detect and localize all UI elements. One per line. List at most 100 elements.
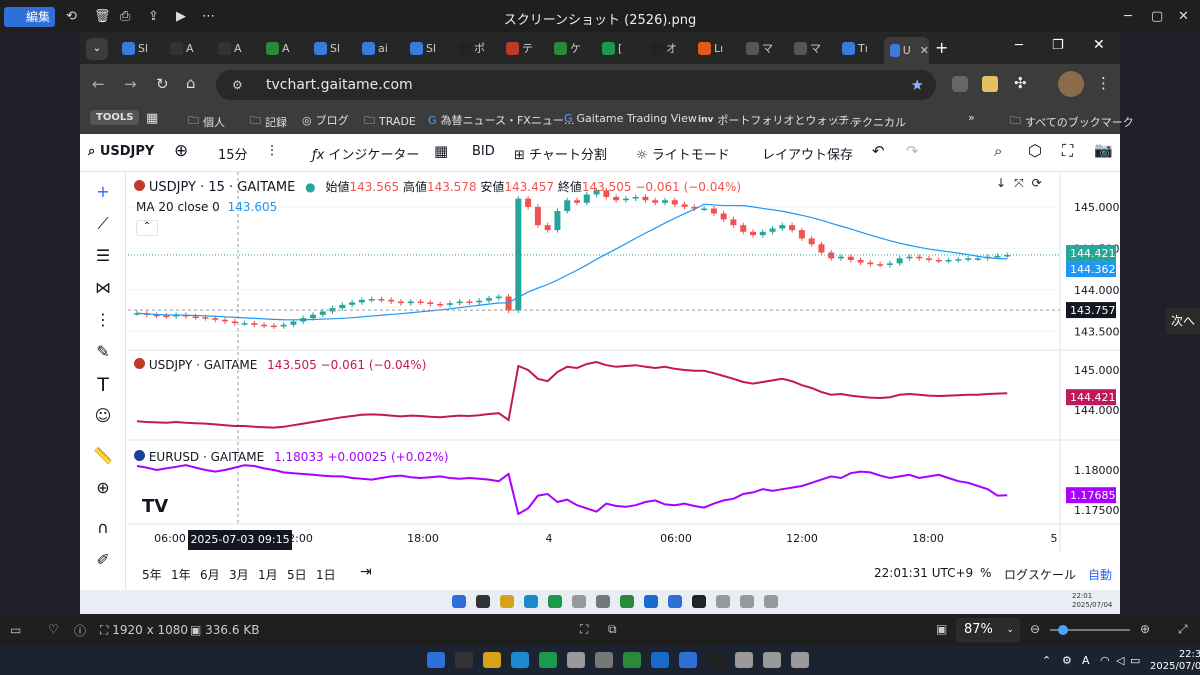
taskbar-app-icon[interactable]: [595, 652, 613, 668]
new-tab-icon[interactable]: +: [935, 38, 948, 57]
browser-tab[interactable]: [: [596, 37, 641, 59]
browser-tab[interactable]: A: [212, 37, 257, 59]
taskbar-app-icon[interactable]: [716, 595, 730, 608]
log-scale-toggle[interactable]: ログスケール: [1004, 566, 1076, 583]
browser-tab[interactable]: U ✕: [884, 37, 929, 64]
more-bookmarks-icon[interactable]: »: [968, 111, 975, 124]
trendline-icon[interactable]: ⟋: [92, 214, 114, 236]
taskbar-app-icon[interactable]: [791, 652, 809, 668]
bid-button[interactable]: BID: [472, 144, 495, 159]
start-icon[interactable]: [427, 652, 445, 668]
magnet-icon[interactable]: ∩: [92, 518, 114, 540]
taskbar-app-icon[interactable]: [567, 652, 585, 668]
taskbar-app-icon[interactable]: [740, 595, 754, 608]
browser-tab[interactable]: Sl: [404, 37, 449, 59]
taskbar-app-icon[interactable]: [548, 595, 562, 608]
zoom-slider-thumb[interactable]: [1058, 625, 1068, 635]
redo-icon[interactable]: ↷: [906, 142, 919, 160]
minimize-icon[interactable]: ─: [1124, 9, 1132, 24]
browser-tab[interactable]: ケ: [548, 37, 593, 59]
close-icon[interactable]: ✕: [1178, 9, 1189, 24]
url-bar[interactable]: ⚙ tvchart.gaitame.com ★: [216, 70, 936, 100]
range-button[interactable]: 1年: [171, 566, 191, 583]
maximize-icon[interactable]: ▢: [1151, 9, 1163, 24]
undo-icon[interactable]: ↶: [872, 142, 885, 160]
taskbar-app-icon[interactable]: [763, 652, 781, 668]
reload-icon[interactable]: ↻: [156, 75, 169, 93]
taskbar-app-icon[interactable]: [764, 595, 778, 608]
restore-pane-icon[interactable]: ⟳: [1032, 176, 1042, 191]
browser-tab[interactable]: テ: [500, 37, 545, 59]
tab-search-icon[interactable]: ⌄: [86, 38, 108, 60]
settings-icon[interactable]: ⬡: [1028, 141, 1042, 160]
taskbar-app-icon[interactable]: [455, 652, 473, 668]
taskbar-app-icon[interactable]: [483, 652, 501, 668]
ma-legend[interactable]: MA 20 close 0 143.605: [136, 200, 277, 214]
bookmark-fx-news[interactable]: G 為替ニュース・FXニュー...: [428, 112, 574, 128]
home-icon[interactable]: ⌂: [186, 74, 196, 92]
browser-tab[interactable]: A: [260, 37, 305, 59]
browser-close-icon[interactable]: ✕: [1093, 37, 1105, 53]
browser-minimize-icon[interactable]: ─: [1015, 38, 1023, 53]
start-icon[interactable]: [452, 595, 466, 608]
extension-2-icon[interactable]: [982, 76, 998, 92]
taskbar-app-icon[interactable]: [572, 595, 586, 608]
taskbar-app-icon[interactable]: [511, 652, 529, 668]
chart-split-button[interactable]: ⊞ チャート分割: [514, 144, 607, 163]
collapse-legend-icon[interactable]: ⌃: [136, 220, 158, 236]
next-button[interactable]: 次へ: [1166, 308, 1200, 334]
enhance-icon[interactable]: ⧉: [608, 622, 617, 637]
bookmark-blog[interactable]: ◎ ブログ: [302, 112, 349, 128]
battery-icon[interactable]: ▭: [1130, 654, 1140, 667]
taskbar-app-icon[interactable]: [735, 652, 753, 668]
add-symbol-icon[interactable]: ⊕: [174, 141, 188, 161]
taskbar-app-icon[interactable]: [539, 652, 557, 668]
browser-tab[interactable]: マ: [740, 37, 785, 59]
zoom-icon[interactable]: ⊕: [92, 478, 114, 500]
move-down-icon[interactable]: ↓: [996, 176, 1006, 191]
taskbar-app-icon[interactable]: [524, 595, 538, 608]
browser-menu-icon[interactable]: ⋮: [1096, 74, 1111, 92]
taskbar-app-icon[interactable]: [644, 595, 658, 608]
browser-tab[interactable]: Tı: [836, 37, 881, 59]
bookmark-records[interactable]: 🗀 記録: [250, 112, 287, 131]
symbol-search[interactable]: ⌕ USDJPY: [88, 144, 154, 159]
filmstrip-icon[interactable]: ▭: [10, 623, 21, 637]
browser-tab[interactable]: ポ: [452, 37, 497, 59]
volume-icon[interactable]: ◁: [1116, 654, 1124, 667]
pattern-icon[interactable]: ⋈: [92, 278, 114, 300]
extensions-icon[interactable]: ✣: [1014, 74, 1027, 92]
taskbar-app-icon[interactable]: [500, 595, 514, 608]
bookmark-gaitame-tv[interactable]: G Gaitame Trading View: [564, 112, 697, 125]
taskbar-app-icon[interactable]: [668, 595, 682, 608]
info-icon[interactable]: ⓘ: [74, 622, 86, 639]
browser-tab[interactable]: Sl: [308, 37, 353, 59]
apps-grid-icon[interactable]: ▦: [146, 111, 158, 126]
light-mode-button[interactable]: ☼ ライトモード: [636, 144, 730, 163]
taskbar-app-icon[interactable]: [692, 595, 706, 608]
taskbar-app-icon[interactable]: [476, 595, 490, 608]
percent-toggle[interactable]: %: [980, 566, 991, 580]
range-button[interactable]: 3月: [229, 566, 249, 583]
save-layout-button[interactable]: レイアウト保存: [762, 144, 853, 163]
browser-tab[interactable]: オ: [644, 37, 689, 59]
tray-expand-icon[interactable]: ⌃: [1042, 654, 1051, 667]
emoji-icon[interactable]: ☺: [92, 406, 114, 428]
fit-icon[interactable]: ▣: [936, 622, 947, 636]
clock-time[interactable]: 22:01:31 UTC+9: [874, 566, 973, 580]
fullscreen-icon[interactable]: ⛶: [1062, 141, 1073, 161]
forward-icon[interactable]: →: [124, 75, 137, 93]
templates-icon[interactable]: ▦: [434, 142, 448, 160]
chart-area[interactable]: 145.000144.500144.000143.500144.421144.3…: [128, 172, 1120, 552]
taskbar-app-icon[interactable]: [596, 595, 610, 608]
browser-tab[interactable]: マ: [788, 37, 833, 59]
crop-icon[interactable]: ⛶: [580, 622, 588, 637]
ruler-icon[interactable]: 📏: [92, 446, 114, 468]
back-icon[interactable]: ←: [92, 75, 105, 93]
taskbar-app-icon[interactable]: [679, 652, 697, 668]
browser-restore-icon[interactable]: ❐: [1052, 38, 1064, 53]
taskbar-app-icon[interactable]: [707, 652, 725, 668]
favorite-icon[interactable]: ♡: [48, 622, 59, 636]
goto-date-icon[interactable]: ⇥: [360, 564, 372, 580]
indicators-button[interactable]: ƒx インジケーター: [312, 144, 419, 163]
